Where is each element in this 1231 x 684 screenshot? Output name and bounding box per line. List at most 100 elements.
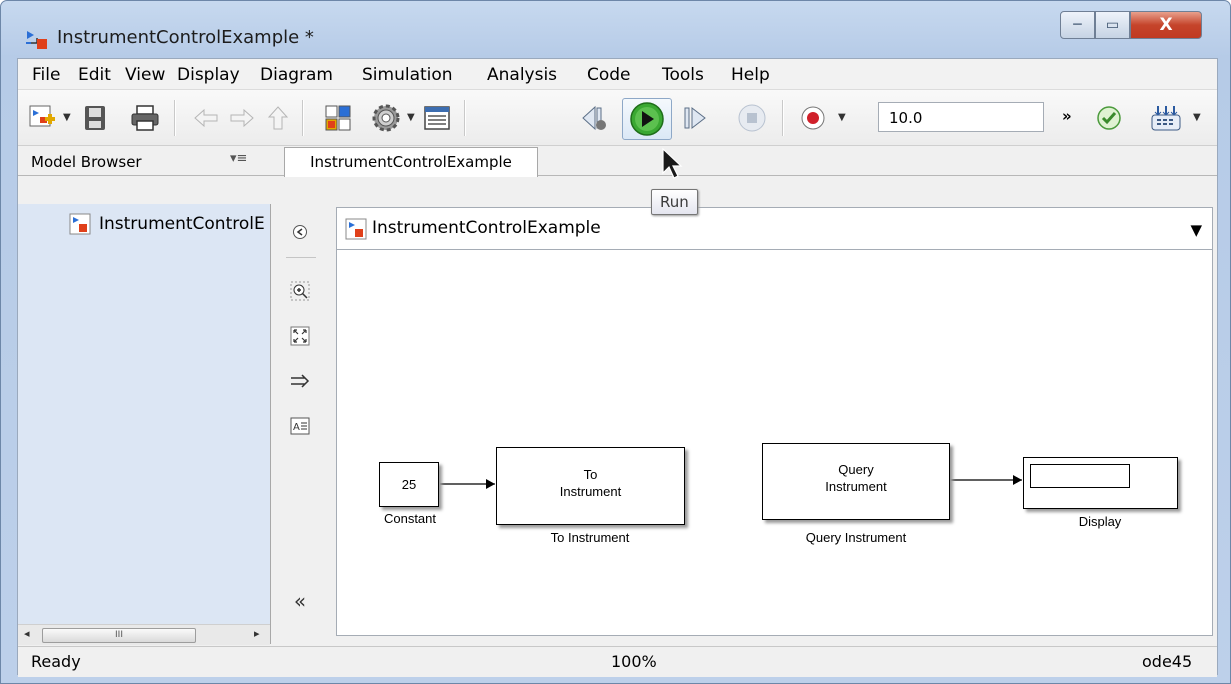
- maximize-button[interactable]: ▭: [1095, 11, 1130, 39]
- to-instrument-block[interactable]: To Instrument: [496, 447, 685, 525]
- run-icon: [630, 102, 664, 136]
- to-instrument-text-line1: To: [583, 467, 598, 482]
- model-explorer-button[interactable]: [420, 100, 454, 136]
- app-content: File Edit View Display Diagram Simulatio…: [17, 58, 1218, 677]
- menu-tools[interactable]: Tools: [662, 65, 704, 85]
- fit-to-view-icon: [290, 326, 310, 346]
- update-diagram-button[interactable]: [1092, 100, 1126, 136]
- step-back-button[interactable]: [574, 100, 614, 136]
- status-bar: Ready 100% ode45: [18, 646, 1217, 677]
- to-instrument-text-line2: Instrument: [559, 484, 622, 499]
- stop-button[interactable]: [732, 100, 772, 136]
- inspector-dropdown-icon[interactable]: ▼: [1193, 112, 1201, 123]
- record-dropdown-icon[interactable]: ▼: [838, 112, 846, 123]
- scroll-left-icon[interactable]: ◂: [24, 627, 30, 640]
- menu-help[interactable]: Help: [731, 65, 770, 85]
- run-button[interactable]: [622, 98, 672, 140]
- stop-icon: [738, 104, 766, 132]
- zoom-level: 100%: [611, 652, 657, 671]
- fit-to-view-button[interactable]: [288, 324, 312, 348]
- menu-diagram[interactable]: Diagram: [260, 65, 333, 85]
- model-config-button[interactable]: [366, 100, 406, 136]
- minimize-button[interactable]: ─: [1060, 11, 1095, 39]
- simulink-model-icon: [345, 218, 367, 240]
- close-icon: X: [1159, 15, 1173, 35]
- scrollbar-thumb[interactable]: III: [42, 628, 196, 643]
- close-button[interactable]: X: [1130, 11, 1202, 39]
- toolbar-separator: [302, 100, 304, 136]
- menu-edit[interactable]: Edit: [78, 65, 111, 85]
- new-model-button[interactable]: [24, 100, 60, 136]
- breadcrumb-bar: InstrumentControlExample ▼: [336, 207, 1213, 250]
- collapse-palette-button[interactable]: «: [288, 589, 312, 613]
- toolbar-separator: [174, 100, 176, 136]
- step-forward-button[interactable]: [678, 100, 712, 136]
- constant-value: 25: [401, 477, 417, 492]
- breadcrumb-dropdown-icon[interactable]: ▼: [1190, 221, 1202, 239]
- run-tooltip: Run: [651, 189, 698, 215]
- new-model-icon: [29, 105, 55, 127]
- zoom-in-button[interactable]: [288, 279, 312, 303]
- constant-block-label: Constant: [383, 511, 437, 526]
- solver-name[interactable]: ode45: [1142, 652, 1192, 671]
- back-button[interactable]: [188, 100, 224, 136]
- hide-browser-button[interactable]: [288, 220, 312, 244]
- config-dropdown-icon[interactable]: ▼: [407, 112, 415, 123]
- data-inspector-icon: [1151, 106, 1181, 131]
- up-button[interactable]: [262, 100, 294, 136]
- query-instrument-text-line2: Instrument: [825, 479, 887, 494]
- navigate-icon: [293, 225, 307, 239]
- status-text: Ready: [31, 652, 81, 671]
- query-instrument-text-line1: Query: [838, 462, 874, 477]
- record-icon: [801, 106, 825, 130]
- menu-code[interactable]: Code: [587, 65, 631, 85]
- scroll-right-icon[interactable]: ▸: [254, 627, 260, 640]
- tree-item-model[interactable]: InstrumentControlExample: [69, 213, 265, 235]
- diagram-canvas[interactable]: 25 Constant To Instrument To Instrument …: [336, 250, 1213, 636]
- stop-time-input[interactable]: 10.0: [878, 102, 1044, 132]
- menu-analysis[interactable]: Analysis: [487, 65, 557, 85]
- to-instrument-block-label: To Instrument: [550, 530, 630, 545]
- model-browser-scrollbar[interactable]: ◂ III ▸: [18, 624, 270, 645]
- forward-arrow-icon: [230, 108, 254, 128]
- save-button[interactable]: [78, 100, 112, 136]
- route-arrow-icon: [291, 374, 310, 388]
- model-explorer-icon: [424, 106, 450, 130]
- menu-view[interactable]: View: [125, 65, 165, 85]
- simulink-model-icon: [69, 213, 91, 235]
- menu-display[interactable]: Display: [177, 65, 240, 85]
- title-bar: InstrumentControlExample * ─ ▭ X: [1, 1, 1230, 56]
- model-browser-pane: [18, 204, 271, 644]
- checkmark-icon: [1097, 106, 1121, 130]
- step-forward-icon: [684, 106, 706, 130]
- tree-item-label: InstrumentControlExample: [99, 214, 265, 234]
- toolbar-separator: [782, 100, 784, 136]
- mouse-cursor-icon: [662, 147, 683, 179]
- query-instrument-block-label: Query Instrument: [805, 530, 907, 545]
- new-dropdown-icon[interactable]: ▼: [63, 112, 71, 123]
- annotation-button[interactable]: A: [288, 414, 312, 438]
- library-browser-icon: [325, 105, 351, 131]
- forward-button[interactable]: [224, 100, 260, 136]
- save-icon: [85, 106, 105, 130]
- back-arrow-icon: [194, 108, 218, 128]
- menu-simulation[interactable]: Simulation: [362, 65, 453, 85]
- display-block[interactable]: [1023, 457, 1178, 509]
- menu-file[interactable]: File: [32, 65, 60, 85]
- diagram-tool-palette: A «: [274, 204, 330, 644]
- sim-data-inspector-button[interactable]: [1146, 100, 1186, 136]
- breadcrumb-model-link[interactable]: InstrumentControlExample: [372, 218, 601, 238]
- constant-block[interactable]: 25: [379, 462, 439, 507]
- more-tools-button[interactable]: »: [1062, 107, 1072, 125]
- library-browser-button[interactable]: [318, 100, 358, 136]
- route-lines-button[interactable]: [288, 369, 312, 393]
- query-instrument-block[interactable]: Query Instrument: [762, 443, 950, 520]
- tab-instrument-control-example[interactable]: InstrumentControlExample: [284, 147, 538, 177]
- print-button[interactable]: [126, 100, 164, 136]
- model-browser-menu-icon[interactable]: ▾≡: [230, 151, 247, 166]
- zoom-in-icon: [290, 281, 310, 301]
- step-back-icon: [582, 105, 606, 131]
- printer-icon: [131, 105, 159, 131]
- app-window: InstrumentControlExample * ─ ▭ X File Ed…: [0, 0, 1231, 684]
- record-button[interactable]: [796, 100, 830, 136]
